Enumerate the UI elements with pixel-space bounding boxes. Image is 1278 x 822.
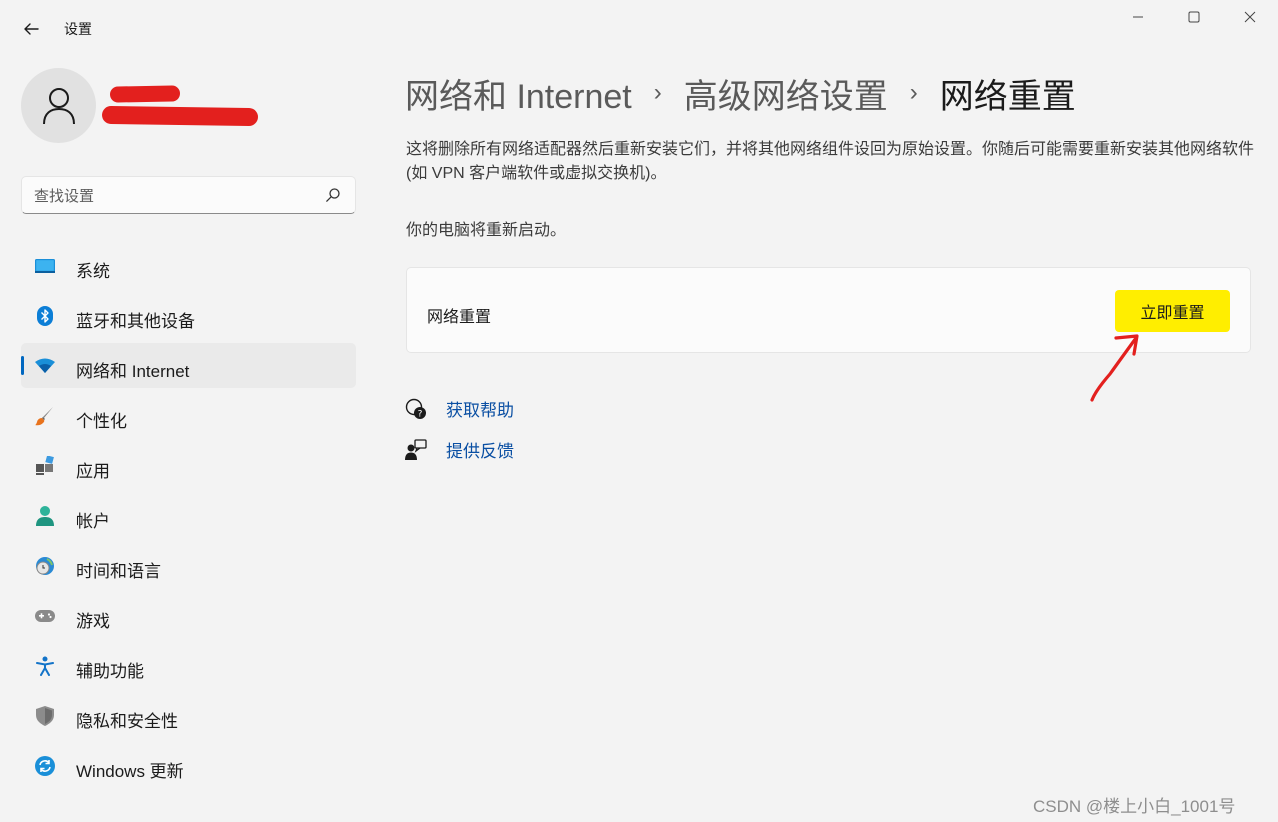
sidebar-item-label: 隐私和安全性 (76, 712, 178, 731)
account-icon (35, 506, 55, 526)
sidebar-item-label: 系统 (76, 262, 110, 281)
sidebar-item-label: 个性化 (76, 412, 127, 431)
breadcrumb: 网络和 Internet › 高级网络设置 › 网络重置 (405, 70, 1076, 116)
redaction-mark-name (109, 85, 181, 103)
close-button[interactable] (1222, 0, 1278, 34)
annotation-arrow-icon (1090, 334, 1139, 402)
sidebar-item-bluetooth[interactable]: 蓝牙和其他设备 (21, 293, 356, 338)
give-feedback-link[interactable]: 提供反馈 (405, 437, 514, 462)
page-title: 网络重置 (939, 77, 1076, 116)
user-avatar[interactable] (21, 68, 96, 143)
accessibility-icon (35, 656, 55, 676)
sidebar-item-accessibility[interactable]: 辅助功能 (21, 643, 356, 688)
user-icon (42, 87, 75, 124)
sidebar-nav: 系统 蓝牙和其他设备 网络和 Internet 个性化 应用 帐户 时间和语言 … (21, 243, 356, 793)
watermark: CSDN @楼上小白_1001号 (1033, 797, 1236, 816)
update-icon (35, 756, 55, 776)
sidebar-item-network[interactable]: 网络和 Internet (21, 343, 356, 388)
sidebar-item-label: 网络和 Internet (76, 362, 190, 381)
sidebar-item-label: 游戏 (76, 612, 110, 631)
bluetooth-icon (35, 306, 55, 326)
gamepad-icon (35, 606, 55, 626)
sidebar-item-accounts[interactable]: 帐户 (21, 493, 356, 538)
search-input[interactable] (34, 185, 314, 207)
sidebar-item-label: 时间和语言 (76, 562, 161, 581)
svg-text:?: ? (418, 409, 423, 419)
app-title: 设置 (64, 21, 92, 37)
apps-icon (35, 456, 55, 476)
back-arrow-icon (24, 23, 39, 35)
search-box[interactable] (21, 176, 356, 214)
sidebar-item-apps[interactable]: 应用 (21, 443, 356, 488)
monitor-icon (35, 256, 55, 276)
maximize-button[interactable] (1166, 0, 1222, 34)
give-feedback-label[interactable]: 提供反馈 (446, 437, 514, 462)
sidebar-item-label: 应用 (76, 462, 110, 481)
redaction-mark-email (101, 105, 259, 127)
help-icon: ? (405, 398, 427, 420)
sidebar-item-windows-update[interactable]: Windows 更新 (21, 743, 356, 788)
back-button[interactable] (14, 12, 48, 46)
sidebar-item-personalization[interactable]: 个性化 (21, 393, 356, 438)
sidebar-item-label: 辅助功能 (76, 662, 144, 681)
close-icon (1244, 11, 1256, 23)
shield-icon (35, 706, 55, 726)
reset-now-button[interactable]: 立即重置 (1115, 290, 1230, 332)
brush-icon (35, 406, 55, 426)
sidebar-item-time-language[interactable]: 时间和语言 (21, 543, 356, 588)
wifi-icon (35, 356, 55, 376)
minimize-icon (1133, 16, 1143, 18)
breadcrumb-item-network[interactable]: 网络和 Internet (405, 69, 632, 118)
breadcrumb-separator: › (909, 79, 918, 106)
sidebar-item-label: Windows 更新 (76, 762, 184, 781)
sidebar-item-privacy[interactable]: 隐私和安全性 (21, 693, 356, 738)
title-bar: 设置 (0, 0, 1278, 48)
globe-clock-icon (35, 556, 55, 576)
breadcrumb-item-advanced[interactable]: 高级网络设置 (684, 69, 888, 118)
maximize-icon (1188, 11, 1200, 23)
get-help-label[interactable]: 获取帮助 (446, 396, 514, 421)
restart-note: 你的电脑将重新启动。 (406, 222, 567, 239)
breadcrumb-separator: › (653, 79, 662, 106)
search-icon[interactable] (325, 187, 341, 203)
network-reset-label: 网络重置 (427, 309, 492, 326)
minimize-button[interactable] (1110, 0, 1166, 34)
sidebar-item-system[interactable]: 系统 (21, 243, 356, 288)
get-help-link[interactable]: ? 获取帮助 (405, 396, 514, 421)
feedback-icon (405, 438, 427, 461)
sidebar-item-label: 蓝牙和其他设备 (76, 312, 195, 331)
sidebar-item-gaming[interactable]: 游戏 (21, 593, 356, 638)
reset-description: 这将删除所有网络适配器然后重新安装它们，并将其他网络组件设回为原始设置。你随后可… (406, 141, 1255, 182)
sidebar-item-label: 帐户 (76, 512, 110, 531)
